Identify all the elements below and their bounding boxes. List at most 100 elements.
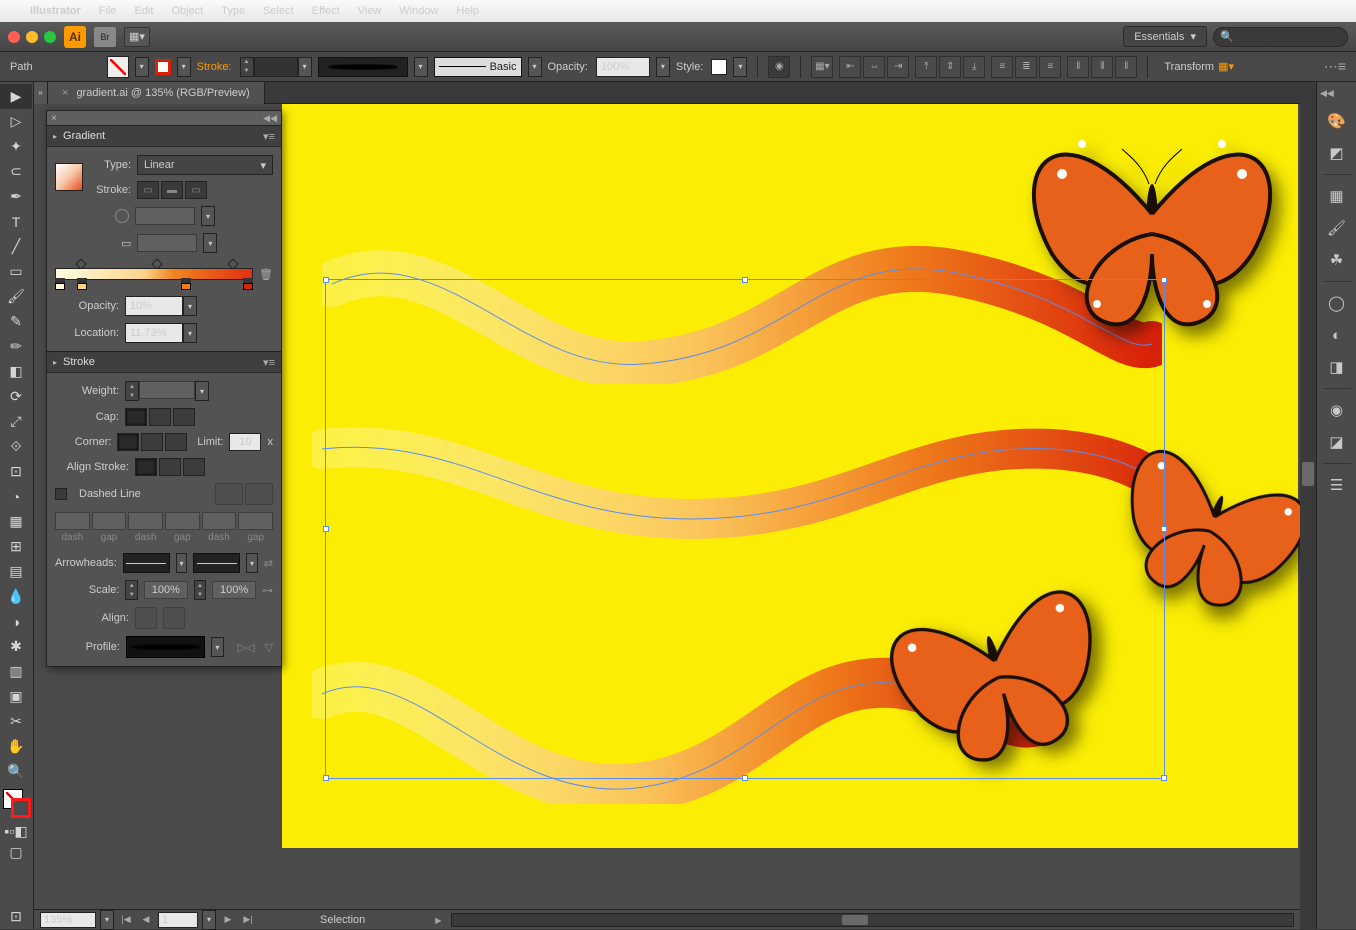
miter-limit-input[interactable]: 10 <box>229 433 261 451</box>
gradient-stroke-type[interactable]: ▭▬▭ <box>137 181 207 199</box>
selection-tool[interactable]: ▶ <box>0 84 32 109</box>
line-tool[interactable]: ╱ <box>0 234 32 259</box>
magic-wand-tool[interactable]: ✦ <box>0 134 32 159</box>
menu-object[interactable]: Object <box>171 5 203 17</box>
arrow-align-1[interactable] <box>135 607 157 629</box>
symbol-sprayer-tool[interactable]: ✱ <box>0 634 32 659</box>
slice-tool[interactable]: ✂ <box>0 709 32 734</box>
gradient-aspect-input[interactable] <box>137 234 197 252</box>
document-tab[interactable]: × gradient.ai @ 135% (RGB/Preview) <box>48 82 265 104</box>
collapse-panel-icon[interactable]: ◀◀ <box>263 113 277 124</box>
stroke-dropdown[interactable] <box>177 57 191 77</box>
hand-tool[interactable]: ✋ <box>0 734 32 759</box>
mesh-tool[interactable]: ⊞ <box>0 534 32 559</box>
fill-dropdown[interactable] <box>135 57 149 77</box>
flip-along-icon[interactable]: ▷◁ <box>238 641 255 654</box>
perspective-grid-tool[interactable]: ▦ <box>0 509 32 534</box>
arrow-scale-start[interactable]: 100% <box>144 581 188 599</box>
distribute-left-button[interactable]: ‖ <box>1067 56 1089 78</box>
blob-brush-tool[interactable]: ✏ <box>0 334 32 359</box>
distribute-right-button[interactable]: ‖ <box>1115 56 1137 78</box>
menu-file[interactable]: File <box>99 5 117 17</box>
artboard-tool[interactable]: ▣ <box>0 684 32 709</box>
variable-width-profile[interactable] <box>318 57 408 77</box>
transparency-panel-icon[interactable]: ◨ <box>1323 354 1351 380</box>
opacity-input[interactable]: 100% <box>596 57 650 77</box>
dashed-line-checkbox[interactable] <box>55 488 67 500</box>
width-tool[interactable]: ⟐ <box>0 434 32 459</box>
rectangle-tool[interactable]: ▭ <box>0 259 32 284</box>
search-field[interactable]: 🔍 <box>1213 27 1348 47</box>
prev-artboard-button[interactable]: ◀ <box>138 912 154 928</box>
paintbrush-tool[interactable]: 🖌 <box>0 284 32 309</box>
fill-swatch[interactable] <box>107 56 129 78</box>
swap-arrowheads-icon[interactable]: ⇄ <box>264 557 273 570</box>
close-window-button[interactable] <box>8 31 20 43</box>
gradient-panel-icon[interactable]: ◐ <box>1323 322 1351 348</box>
selection-bounding-box[interactable] <box>325 279 1165 779</box>
close-tab-icon[interactable]: × <box>62 87 68 99</box>
dash-gap-inputs[interactable] <box>55 512 273 530</box>
free-transform-tool[interactable]: ⊡ <box>0 459 32 484</box>
bbox-handle[interactable] <box>742 775 748 781</box>
rotate-tool[interactable]: ⟳ <box>0 384 32 409</box>
arrow-scale-end[interactable]: 100% <box>212 581 256 599</box>
stroke-panel-menu-icon[interactable]: ▾≡ <box>263 356 275 369</box>
gradient-tool[interactable]: ▤ <box>0 559 32 584</box>
menu-window[interactable]: Window <box>399 5 438 17</box>
panel-drag-bar[interactable]: × ◀◀ <box>47 111 281 125</box>
zoom-tool[interactable]: 🔍 <box>0 759 32 784</box>
bbox-handle[interactable] <box>1161 526 1167 532</box>
bbox-handle[interactable] <box>323 775 329 781</box>
corner-buttons[interactable] <box>117 433 187 451</box>
toolbox-edit-button[interactable]: ⊡ <box>0 904 32 929</box>
distribute-vcenter-button[interactable]: ≣ <box>1015 56 1037 78</box>
blend-tool[interactable]: ◑ <box>0 609 32 634</box>
scale-tool[interactable]: ⤢ <box>0 409 32 434</box>
style-swatch[interactable] <box>711 59 727 75</box>
close-panel-icon[interactable]: × <box>51 113 57 124</box>
menu-type[interactable]: Type <box>221 5 245 17</box>
delete-stop-icon[interactable]: 🗑 <box>259 268 273 281</box>
style-label[interactable]: Style: <box>676 61 704 73</box>
vertical-scrollbar[interactable] <box>1300 82 1316 929</box>
align-left-button[interactable]: ⇤ <box>839 56 861 78</box>
color-panel-icon[interactable]: 🎨 <box>1323 108 1351 134</box>
arrowhead-end-dropdown[interactable] <box>193 553 240 573</box>
pencil-tool[interactable]: ✎ <box>0 309 32 334</box>
minimize-window-button[interactable] <box>26 31 38 43</box>
distribute-top-button[interactable]: ≡ <box>991 56 1013 78</box>
transform-link[interactable]: Transform ▦▾ <box>1164 60 1234 73</box>
align-right-button[interactable]: ⇥ <box>887 56 909 78</box>
menu-edit[interactable]: Edit <box>134 5 153 17</box>
stroke-panel-tab[interactable]: ▸ Stroke ▾≡ <box>47 351 281 373</box>
bbox-handle[interactable] <box>1161 277 1167 283</box>
distribute-bottom-button[interactable]: ≡ <box>1039 56 1061 78</box>
opacity-label[interactable]: Opacity: <box>548 61 588 73</box>
gradient-stop-opacity-input[interactable]: 10% <box>125 296 197 316</box>
stroke-panel-icon[interactable]: ◯ <box>1323 290 1351 316</box>
zoom-window-button[interactable] <box>44 31 56 43</box>
workspace-switcher[interactable]: Essentials ▾ <box>1123 26 1207 47</box>
bbox-handle[interactable] <box>323 277 329 283</box>
gradient-stop-location-input[interactable]: 11.73% <box>125 323 197 343</box>
recolor-artwork-button[interactable]: ◉ <box>768 56 790 78</box>
stroke-weight-field[interactable]: ▲▼ <box>125 381 209 401</box>
arrange-documents-button[interactable]: ▦▾ <box>124 27 150 47</box>
screen-mode-button[interactable]: ▢ <box>0 840 32 865</box>
pen-tool[interactable]: ✒ <box>0 184 32 209</box>
bridge-button[interactable]: Br <box>94 27 116 47</box>
menu-help[interactable]: Help <box>456 5 479 17</box>
stroke-label[interactable]: Stroke: <box>197 61 232 73</box>
shape-builder-tool[interactable]: ◔ <box>0 484 32 509</box>
fill-stroke-indicator[interactable] <box>0 788 32 822</box>
gradient-ramp[interactable]: 🗑 <box>55 260 273 286</box>
align-bottom-button[interactable]: ⤓ <box>963 56 985 78</box>
menu-effect[interactable]: Effect <box>312 5 340 17</box>
align-hcenter-button[interactable]: ⇔ <box>863 56 885 78</box>
eyedropper-tool[interactable]: 💧 <box>0 584 32 609</box>
menu-select[interactable]: Select <box>263 5 294 17</box>
flip-across-icon[interactable]: ▽ <box>265 641 273 654</box>
zoom-level-input[interactable]: 135% <box>40 912 96 928</box>
bbox-handle[interactable] <box>742 277 748 283</box>
